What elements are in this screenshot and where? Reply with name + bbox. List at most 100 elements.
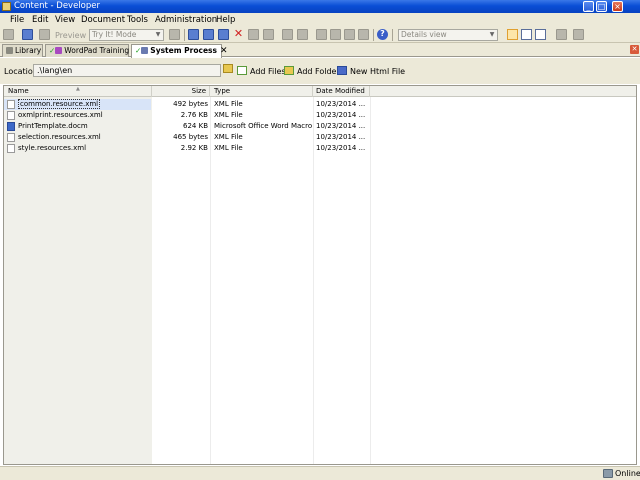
properties-icon[interactable] (556, 29, 567, 40)
stop-icon[interactable] (169, 29, 180, 40)
file-size: 465 bytes (173, 133, 208, 141)
toolbar: Try It! Mode ▼ ✕ ? Details view ▼ (0, 27, 640, 43)
title-bar: Content - Developer _ □ × (0, 0, 640, 13)
table-row[interactable]: oxmlprint.resources.xml 2.76 KB XML File… (4, 110, 636, 121)
toolbar-separator (392, 29, 393, 41)
menu-document[interactable]: Document (81, 15, 125, 25)
close-button[interactable]: × (612, 1, 623, 12)
add-folder-button[interactable]: Add Folder (284, 66, 340, 76)
file-name: oxmlprint.resources.xml (18, 111, 103, 119)
word-document-icon (7, 122, 15, 131)
preview-button[interactable]: Preview (55, 30, 88, 41)
file-name: common.resource.xml (18, 99, 101, 109)
tab-label: Library (15, 46, 42, 55)
new-html-file-button[interactable]: New Html File (337, 66, 405, 76)
file-list: Name ▲ Size Type Date Modified common.res… (3, 85, 637, 465)
folder-up-icon[interactable] (223, 64, 236, 74)
columns-view-icon[interactable] (535, 29, 546, 40)
maximize-button[interactable]: □ (596, 1, 607, 12)
tab-wordpad-training[interactable]: ✓ WordPad Training (45, 44, 129, 57)
menu-edit[interactable]: Edit (32, 15, 48, 25)
file-size: 624 KB (183, 122, 208, 130)
add-folder-icon (284, 66, 294, 75)
menu-bar: File Edit View Document Tools Administra… (0, 13, 640, 27)
xml-file-icon (7, 111, 15, 120)
new-html-file-icon (337, 66, 347, 75)
link-icon[interactable] (330, 29, 341, 40)
toolbar-separator (184, 29, 185, 41)
refresh-icon[interactable] (573, 29, 584, 40)
window-title: Content - Developer (14, 1, 100, 11)
add-files-icon (237, 66, 247, 75)
online-status: Online (615, 469, 640, 478)
view-combo[interactable]: Details view ▼ (398, 29, 498, 41)
file-size: 492 bytes (173, 100, 208, 108)
insert-icon[interactable] (316, 29, 327, 40)
minimize-button[interactable]: _ (583, 1, 594, 12)
list-header: Name ▲ Size Type Date Modified (4, 86, 636, 97)
list-view-icon[interactable] (521, 29, 532, 40)
file-date: 10/23/2014 ... (316, 100, 366, 108)
close-tabs-icon[interactable]: ✕ (630, 45, 639, 54)
location-bar: Location: .\lang\en Add Files Add Folder… (0, 58, 640, 84)
file-date: 10/23/2014 ... (316, 111, 366, 119)
table-row[interactable]: common.resource.xml 492 bytes XML File 1… (4, 99, 636, 110)
menu-file[interactable]: File (10, 15, 24, 25)
details-view-icon[interactable] (507, 29, 518, 40)
location-input[interactable]: .\lang\en (33, 64, 221, 77)
table-row[interactable]: selection.resources.xml 465 bytes XML Fi… (4, 132, 636, 143)
column-name[interactable]: Name ▲ (4, 86, 152, 97)
network-icon (603, 469, 613, 478)
tab-library[interactable]: Library (2, 44, 43, 57)
xml-file-icon (7, 100, 15, 109)
file-date: 10/23/2014 ... (316, 122, 366, 130)
menu-administration[interactable]: Administration (155, 15, 217, 25)
cut-icon[interactable] (188, 29, 199, 40)
column-date-modified[interactable]: Date Modified (313, 86, 370, 97)
redo-icon[interactable] (297, 29, 308, 40)
tab-label: System Process (150, 46, 217, 55)
tab-system-process[interactable]: ✓ System Process ✕ (131, 44, 228, 58)
mode-combo[interactable]: Try It! Mode ▼ (89, 29, 164, 41)
sort-ascending-icon: ▲ (76, 86, 80, 92)
toolbar-separator (373, 29, 374, 41)
menu-view[interactable]: View (55, 15, 75, 25)
file-type: XML File (214, 133, 243, 141)
column-type[interactable]: Type (210, 86, 313, 97)
new-icon[interactable] (3, 29, 14, 40)
table-row[interactable]: PrintTemplate.docm 624 KB Microsoft Offi… (4, 121, 636, 132)
file-type: Microsoft Office Word Macro... (214, 122, 312, 130)
status-bar: Online (0, 466, 640, 480)
file-size: 2.92 KB (180, 144, 208, 152)
file-name: PrintTemplate.docm (18, 122, 88, 130)
help-icon[interactable]: ? (377, 29, 388, 40)
add-files-label: Add Files (250, 67, 286, 76)
menu-help[interactable]: Help (216, 15, 235, 25)
replace-icon[interactable] (358, 29, 369, 40)
file-type: XML File (214, 100, 243, 108)
table-row[interactable]: style.resources.xml 2.92 KB XML File 10/… (4, 143, 636, 154)
app-icon (2, 2, 11, 11)
paste-icon[interactable] (218, 29, 229, 40)
add-folder-label: Add Folder (297, 67, 340, 76)
add-files-button[interactable]: Add Files (237, 66, 286, 76)
copy-icon[interactable] (203, 29, 214, 40)
spell-icon[interactable] (263, 29, 274, 40)
format-icon[interactable] (248, 29, 259, 40)
new-html-file-label: New Html File (350, 67, 406, 76)
file-name: selection.resources.xml (18, 133, 101, 141)
menu-tools[interactable]: Tools (127, 15, 148, 25)
delete-icon[interactable]: ✕ (233, 28, 244, 40)
tab-close-icon[interactable]: ✕ (220, 46, 228, 56)
print-icon[interactable] (39, 29, 50, 40)
library-icon (6, 47, 13, 54)
find-icon[interactable] (344, 29, 355, 40)
save-icon[interactable] (22, 29, 33, 40)
file-date: 10/23/2014 ... (316, 133, 366, 141)
file-type: XML File (214, 111, 243, 119)
column-size[interactable]: Size (152, 86, 210, 97)
file-name: style.resources.xml (18, 144, 87, 152)
wordpad-icon (55, 47, 63, 54)
undo-icon[interactable] (282, 29, 293, 40)
tab-label: WordPad Training (64, 46, 130, 55)
